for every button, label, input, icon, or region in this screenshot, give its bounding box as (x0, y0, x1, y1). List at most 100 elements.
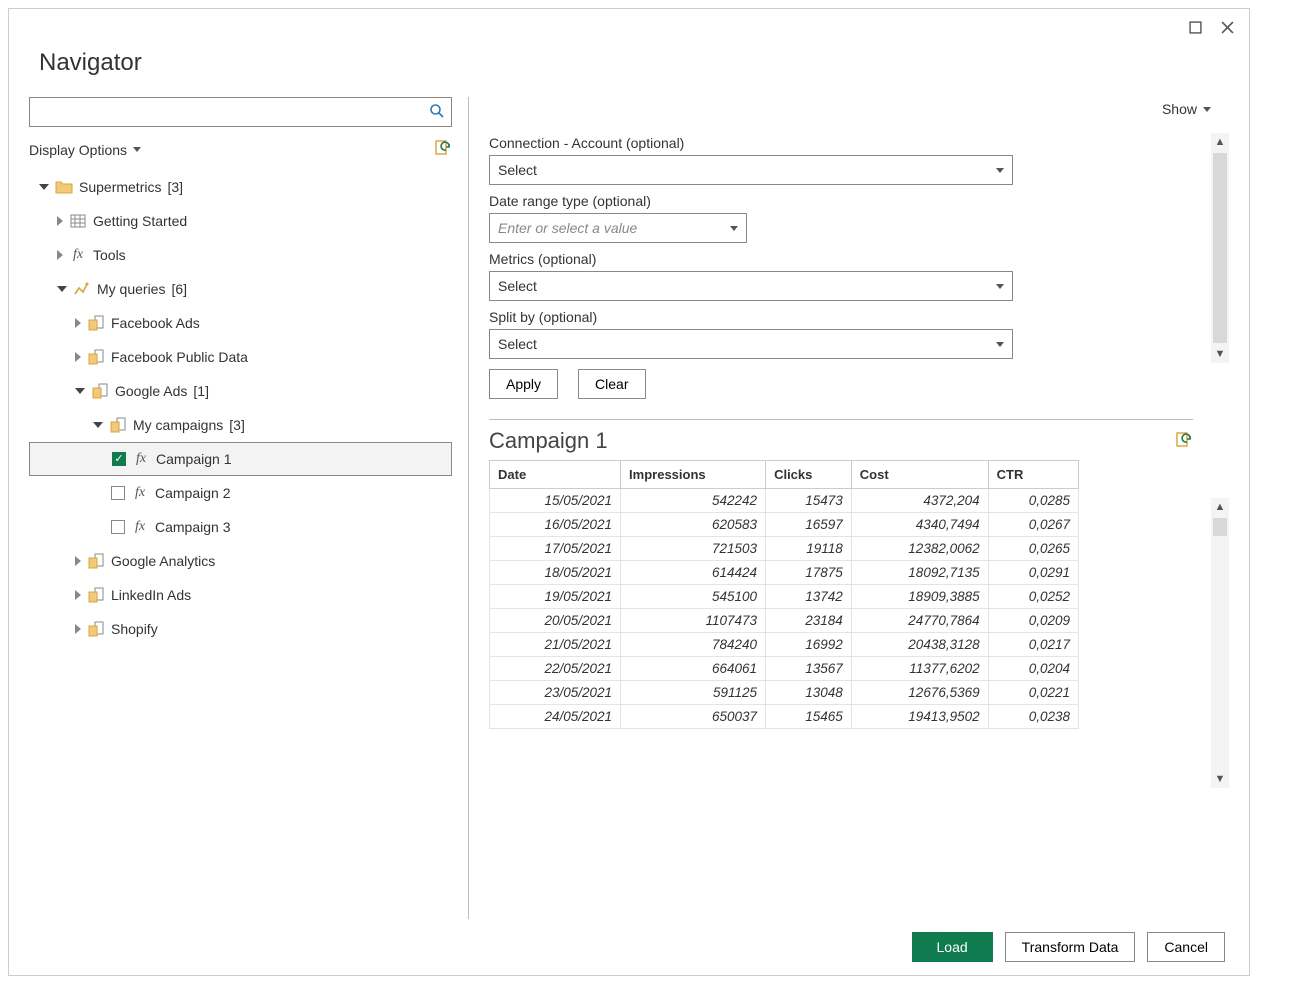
table-cell: 664061 (621, 657, 766, 681)
refresh-preview-button[interactable] (1175, 431, 1193, 452)
tree-node-google-ads[interactable]: Google Ads [1] (29, 374, 452, 408)
tree-node-shopify[interactable]: Shopify (29, 612, 452, 646)
caret-right-icon (57, 216, 63, 226)
tree-node-my-queries[interactable]: My queries [6] (29, 272, 452, 306)
caret-right-icon (57, 250, 63, 260)
connection-select[interactable]: Select (489, 155, 1013, 185)
tree-node-facebook-public[interactable]: Facebook Public Data (29, 340, 452, 374)
table-row[interactable]: 18/05/20216144241787518092,71350,0291 (490, 561, 1079, 585)
table-cell: 0,0291 (988, 561, 1078, 585)
tree-count: [6] (171, 281, 187, 297)
checkbox-checked-icon[interactable]: ✓ (112, 452, 126, 466)
maximize-button[interactable] (1181, 13, 1209, 41)
apply-button[interactable]: Apply (489, 369, 558, 399)
date-range-select[interactable]: Enter or select a value (489, 213, 747, 243)
table-row[interactable]: 22/05/20216640611356711377,62020,0204 (490, 657, 1079, 681)
caret-down-icon (75, 388, 85, 394)
chevron-down-icon (1203, 107, 1211, 112)
table-scrollbar[interactable]: ▲ ▼ (1211, 498, 1229, 788)
scroll-up-icon[interactable]: ▲ (1215, 133, 1226, 151)
select-value: Select (498, 278, 537, 294)
split-by-label: Split by (optional) (489, 309, 1193, 325)
transform-data-button[interactable]: Transform Data (1005, 932, 1136, 962)
footer: Load Transform Data Cancel (9, 919, 1249, 975)
clear-button[interactable]: Clear (578, 369, 645, 399)
datasource-icon (87, 621, 105, 637)
display-options-dropdown[interactable]: Display Options (29, 142, 141, 158)
metrics-select[interactable]: Select (489, 271, 1013, 301)
close-button[interactable] (1213, 13, 1241, 41)
search-icon[interactable] (429, 103, 445, 122)
table-row[interactable]: 15/05/2021542242154734372,2040,0285 (490, 489, 1079, 513)
table-row[interactable]: 16/05/2021620583165974340,74940,0267 (490, 513, 1079, 537)
table-cell: 12382,0062 (851, 537, 988, 561)
chevron-down-icon (996, 168, 1004, 173)
tree-label: LinkedIn Ads (111, 587, 191, 603)
tree-node-my-campaigns[interactable]: My campaigns [3] (29, 408, 452, 442)
caret-right-icon (75, 556, 81, 566)
table-cell: 0,0285 (988, 489, 1078, 513)
tree-node-google-analytics[interactable]: Google Analytics (29, 544, 452, 578)
table-cell: 23184 (766, 609, 852, 633)
table-cell: 20438,3128 (851, 633, 988, 657)
folder-icon (55, 180, 73, 194)
table-cell: 24/05/2021 (490, 705, 621, 729)
select-value: Select (498, 336, 537, 352)
table-cell: 13567 (766, 657, 852, 681)
table-cell: 20/05/2021 (490, 609, 621, 633)
fx-icon: fx (131, 485, 149, 501)
search-input[interactable] (38, 103, 429, 121)
connection-label: Connection - Account (optional) (489, 135, 1193, 151)
scroll-down-icon[interactable]: ▼ (1215, 345, 1226, 363)
display-options-label: Display Options (29, 142, 127, 158)
checkbox-icon[interactable] (111, 486, 125, 500)
date-range-placeholder: Enter or select a value (498, 220, 637, 236)
caret-right-icon (75, 624, 81, 634)
split-by-select[interactable]: Select (489, 329, 1013, 359)
refresh-tree-button[interactable] (434, 139, 452, 160)
tree-node-getting-started[interactable]: Getting Started (29, 204, 452, 238)
column-header[interactable]: Clicks (766, 461, 852, 489)
table-icon (69, 214, 87, 228)
caret-down-icon (57, 286, 67, 292)
column-header[interactable]: Impressions (621, 461, 766, 489)
table-row[interactable]: 23/05/20215911251304812676,53690,0221 (490, 681, 1079, 705)
column-header[interactable]: CTR (988, 461, 1078, 489)
table-cell: 11377,6202 (851, 657, 988, 681)
tree-node-tools[interactable]: fx Tools (29, 238, 452, 272)
tree-node-supermetrics[interactable]: Supermetrics [3] (29, 170, 452, 204)
tree-node-campaign-3[interactable]: fx Campaign 3 (29, 510, 452, 544)
scroll-down-icon[interactable]: ▼ (1215, 770, 1226, 788)
tree-node-facebook-ads[interactable]: Facebook Ads (29, 306, 452, 340)
table-cell: 542242 (621, 489, 766, 513)
search-box[interactable] (29, 97, 452, 127)
table-row[interactable]: 21/05/20217842401699220438,31280,0217 (490, 633, 1079, 657)
table-row[interactable]: 20/05/202111074732318424770,78640,0209 (490, 609, 1079, 633)
scroll-up-icon[interactable]: ▲ (1215, 498, 1226, 516)
tree-node-campaign-1[interactable]: ✓ fx Campaign 1 (29, 442, 452, 476)
load-button[interactable]: Load (912, 932, 993, 962)
tree-label: Campaign 2 (155, 485, 231, 501)
column-header[interactable]: Date (490, 461, 621, 489)
table-row[interactable]: 24/05/20216500371546519413,95020,0238 (490, 705, 1079, 729)
checkbox-icon[interactable] (111, 520, 125, 534)
table-row[interactable]: 19/05/20215451001374218909,38850,0252 (490, 585, 1079, 609)
table-cell: 0,0204 (988, 657, 1078, 681)
table-row[interactable]: 17/05/20217215031911812382,00620,0265 (490, 537, 1079, 561)
table-cell: 17875 (766, 561, 852, 585)
tree-node-linkedin-ads[interactable]: LinkedIn Ads (29, 578, 452, 612)
column-header[interactable]: Cost (851, 461, 988, 489)
cancel-button[interactable]: Cancel (1147, 932, 1225, 962)
chevron-down-icon (996, 284, 1004, 289)
table-cell: 16992 (766, 633, 852, 657)
scroll-thumb[interactable] (1213, 518, 1227, 536)
show-dropdown[interactable]: Show (489, 97, 1229, 121)
tree-node-campaign-2[interactable]: fx Campaign 2 (29, 476, 452, 510)
metrics-label: Metrics (optional) (489, 251, 1193, 267)
scroll-thumb[interactable] (1213, 153, 1227, 343)
tree-label: Campaign 1 (156, 451, 232, 467)
table-cell: 24770,7864 (851, 609, 988, 633)
form-scrollbar[interactable]: ▲ ▼ (1211, 133, 1229, 363)
fx-icon: fx (132, 451, 150, 467)
table-cell: 19/05/2021 (490, 585, 621, 609)
